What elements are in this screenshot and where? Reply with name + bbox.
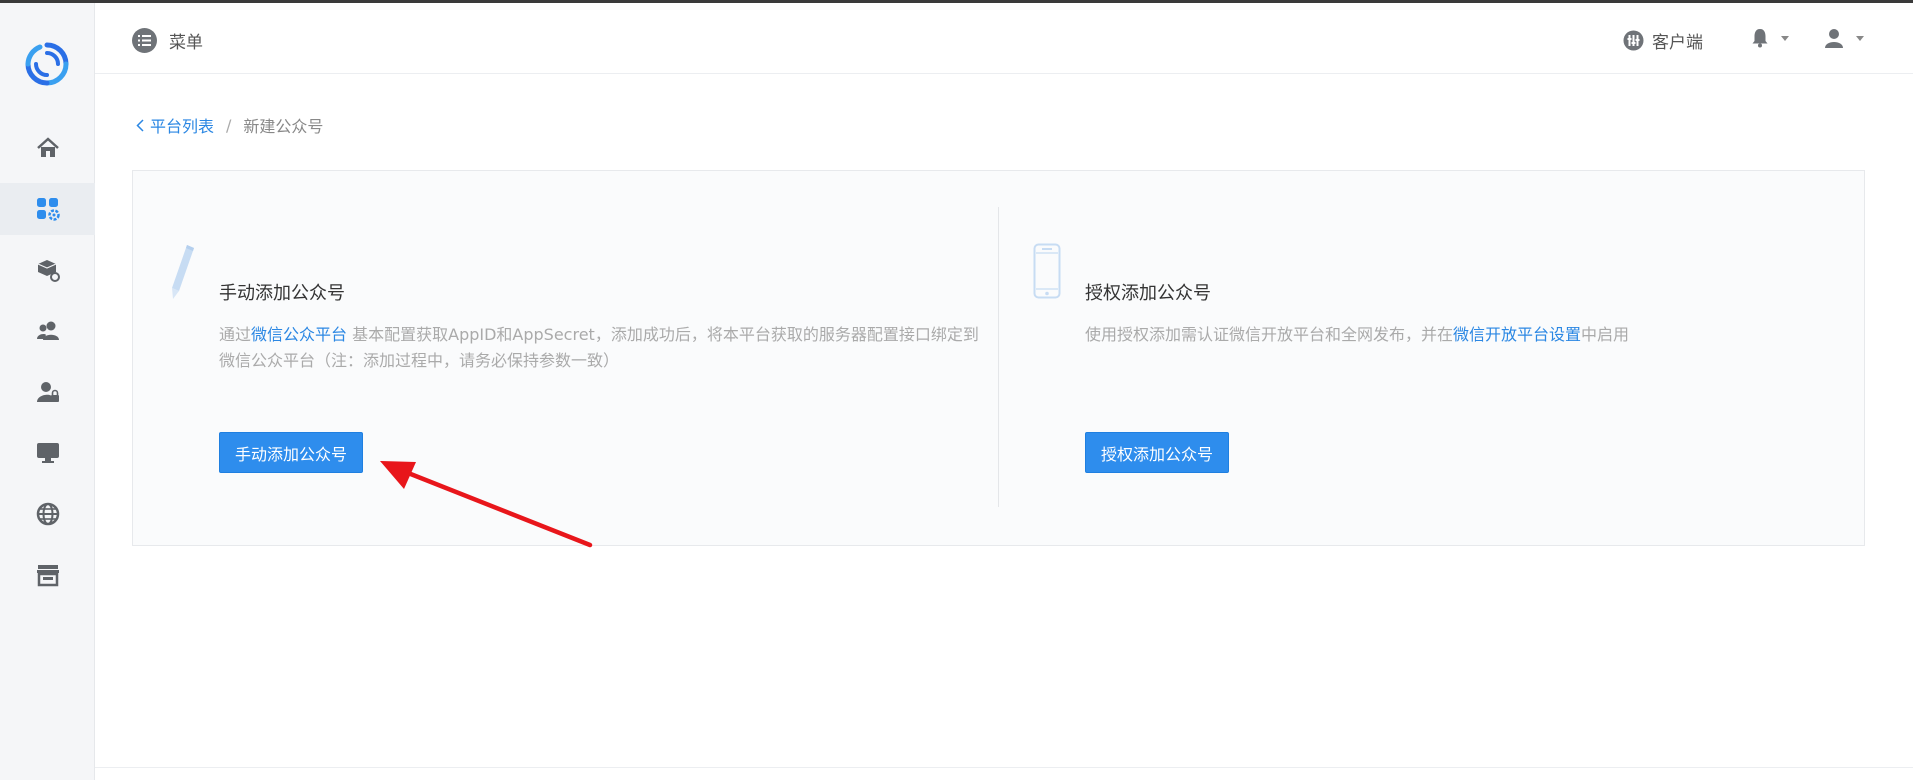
notifications-button[interactable] [1751,28,1789,48]
menu-button[interactable]: 菜单 [132,28,203,53]
manual-title: 手动添加公众号 [219,283,345,304]
wechat-open-platform-link[interactable]: 微信开放平台设置 [1453,325,1581,344]
package-settings-icon [37,260,60,282]
monitor-icon [36,443,59,463]
client-label: 客户端 [1652,33,1703,53]
sidebar-item-users[interactable] [0,305,95,357]
list-icon [132,28,157,53]
manual-description: 通过微信公众平台 基本配置获取AppID和AppSecret，添加成功后，将本平… [219,322,979,374]
home-icon [36,137,59,157]
sidebar-item-packages[interactable] [0,244,95,296]
panel-divider [998,207,999,507]
pencil-icon [172,245,194,299]
user-icon [1825,29,1843,48]
auth-add-button[interactable]: 授权添加公众号 [1085,432,1230,473]
breadcrumb-current: 新建公众号 [243,117,324,136]
footer-divider [95,767,1913,768]
apps-settings-icon [36,198,60,221]
auth-desc-suffix: 中启用 [1581,325,1630,344]
sidebar [0,3,95,780]
breadcrumb-separator: / [226,115,232,135]
sidebar-item-monitor[interactable] [0,427,95,479]
wechat-mp-link[interactable]: 微信公众平台 [251,325,347,344]
chevron-down-icon [1781,35,1789,41]
breadcrumb-back-label: 平台列表 [150,117,215,136]
sidebar-item-user-security[interactable] [0,366,95,418]
chevron-down-icon [1856,35,1864,41]
auth-desc-prefix: 使用授权添加需认证微信开放平台和全网发布，并在 [1085,325,1454,344]
sidebar-item-apps[interactable] [0,183,95,235]
annotation-arrow-icon [380,461,593,548]
manual-add-button[interactable]: 手动添加公众号 [219,432,364,473]
sidebar-item-store[interactable] [0,549,95,601]
globe-icon [36,502,59,526]
store-icon [36,565,59,587]
logo-icon[interactable] [22,39,72,89]
users-icon [36,321,59,340]
user-menu-button[interactable] [1824,28,1864,48]
client-button[interactable]: 客户端 [1623,28,1703,53]
user-lock-icon [36,382,59,402]
bell-icon [1752,29,1768,48]
breadcrumb-back-link[interactable]: 平台列表 [136,113,214,137]
manual-desc-prefix: 通过 [219,325,252,344]
auth-title: 授权添加公众号 [1085,283,1211,304]
client-icon [1623,30,1644,51]
sidebar-item-home[interactable] [0,122,95,174]
breadcrumb: 平台列表 / 新建公众号 [136,113,323,137]
sidebar-item-web[interactable] [0,488,95,540]
phone-icon [1033,243,1061,299]
auth-description: 使用授权添加需认证微信开放平台和全网发布，并在微信开放平台设置中启用 [1085,322,1825,348]
chevron-left-icon [136,118,144,132]
menu-label: 菜单 [169,33,203,53]
top-header: 菜单 客户端 [95,3,1913,74]
